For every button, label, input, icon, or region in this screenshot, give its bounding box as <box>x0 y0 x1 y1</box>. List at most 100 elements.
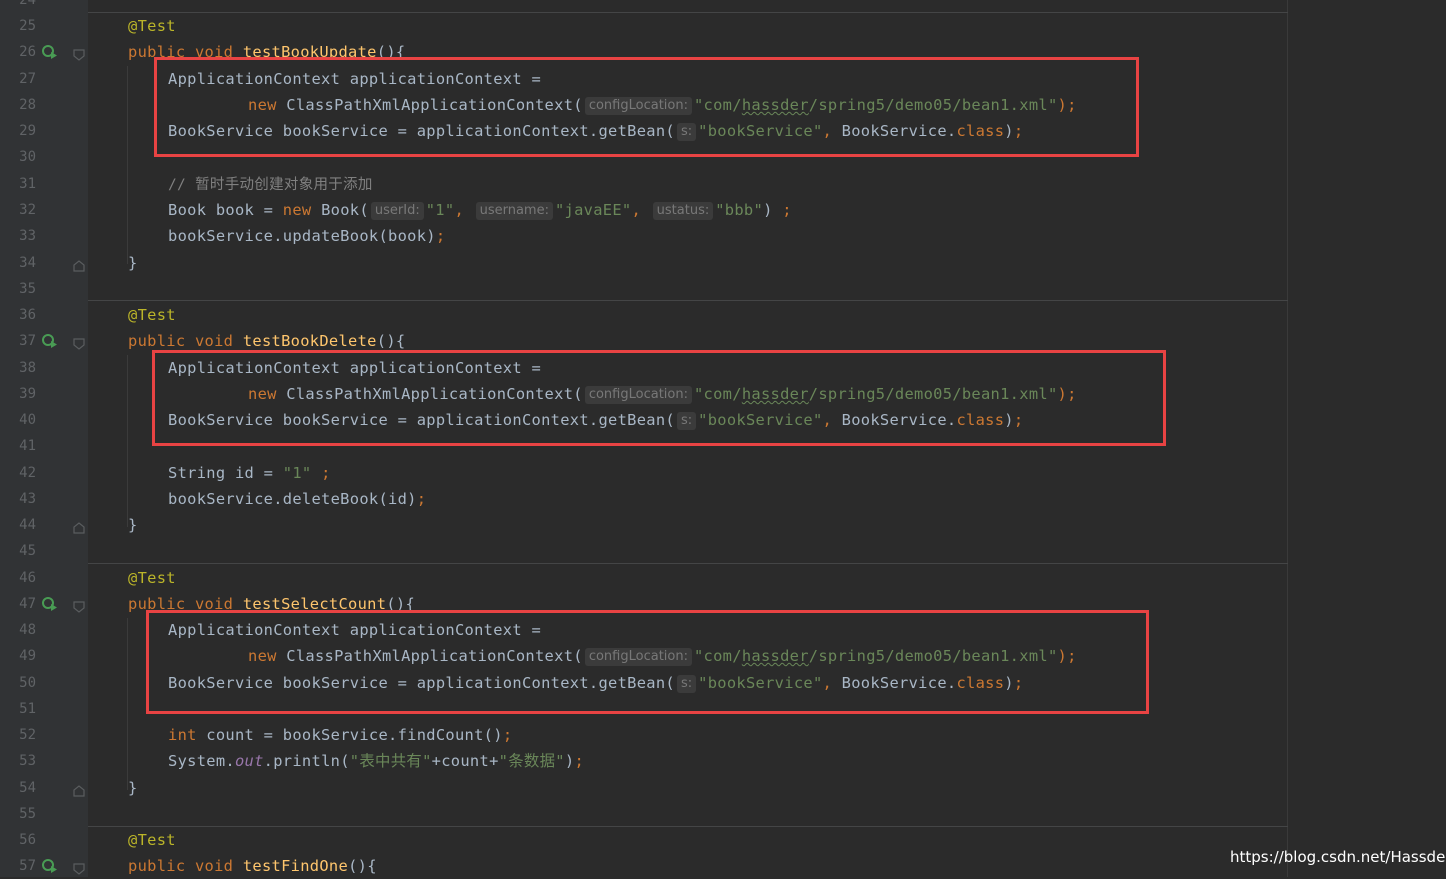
code-line: 33 bookService.updateBook(book); <box>0 223 1446 249</box>
keyword-int: int <box>168 726 197 744</box>
code-token: ; <box>782 201 792 219</box>
line-number: 37 <box>19 333 36 349</box>
code-line: 45 <box>0 538 1446 564</box>
fold-marker-icon[interactable] <box>73 782 85 797</box>
line-number: 54 <box>19 780 36 796</box>
line-number: 43 <box>19 491 36 507</box>
line-number: 38 <box>19 360 36 376</box>
keyword-public: public <box>128 332 186 350</box>
code-line: 34 } <box>0 250 1446 276</box>
run-test-icon[interactable] <box>42 596 58 612</box>
code-token: ; <box>321 464 331 482</box>
string-literal: "1" <box>282 464 312 482</box>
line-number: 34 <box>19 255 36 271</box>
line-number: 44 <box>19 517 36 533</box>
string-id-declaration: String id = <box>168 464 283 482</box>
fold-marker-icon[interactable] <box>73 519 85 534</box>
code-comment: // 暂时手动创建对象用于添加 <box>168 177 373 193</box>
string-literal: "bbb" <box>715 201 764 219</box>
count-declaration: count = bookService.findCount() <box>196 726 503 744</box>
line-number: 53 <box>19 753 36 769</box>
fold-marker-icon[interactable] <box>73 257 85 272</box>
code-token: } <box>128 779 138 797</box>
annotation-test: @Test <box>128 569 176 587</box>
line-number: 33 <box>19 228 36 244</box>
param-hint-ustatus: ustatus: <box>652 202 714 220</box>
annotation-test: @Test <box>128 17 176 35</box>
param-hint-username: username: <box>475 202 553 220</box>
param-hint-user-id: userId: <box>370 202 424 220</box>
code-line: 52 int count = bookService.findCount(); <box>0 722 1446 748</box>
code-token: ) <box>564 752 575 770</box>
code-token: (){ <box>348 857 377 875</box>
line-number: 56 <box>19 832 36 848</box>
fold-marker-icon[interactable] <box>73 860 85 875</box>
line-number: 27 <box>19 71 36 87</box>
code-line: 53 System.out.println("表中共有"+count+"条数据"… <box>0 748 1446 774</box>
string-literal: "表中共有" <box>349 752 432 770</box>
code-line: 43 bookService.deleteBook(id); <box>0 486 1446 512</box>
code-line: 42 String id = "1" ; <box>0 460 1446 486</box>
code-token: ) <box>763 201 783 219</box>
code-line: 35 <box>0 276 1446 302</box>
line-number: 55 <box>19 806 36 822</box>
line-number: 36 <box>19 307 36 323</box>
code-line: 24 <box>0 0 1446 13</box>
line-number: 24 <box>19 0 36 8</box>
method-name-test-find-one: testFindOne <box>242 857 349 875</box>
highlight-box <box>146 610 1149 714</box>
line-number: 30 <box>19 149 36 165</box>
code-line: 25 @Test <box>0 13 1446 39</box>
code-token: } <box>128 516 138 534</box>
update-book-call: bookService.updateBook(book) <box>168 227 436 245</box>
run-test-icon[interactable] <box>42 44 58 60</box>
code-token: , <box>631 201 642 219</box>
code-token: ; <box>574 752 585 770</box>
line-number: 41 <box>19 438 36 454</box>
highlight-box <box>152 350 1166 446</box>
code-line: 54 } <box>0 775 1446 801</box>
code-editor[interactable]: 24 25 @Test 26 public void testBookUpdat… <box>0 0 1446 877</box>
fold-marker-icon[interactable] <box>73 598 85 613</box>
code-line: 46 @Test <box>0 565 1446 591</box>
line-number: 45 <box>19 543 36 559</box>
line-number: 32 <box>19 202 36 218</box>
code-line: 31 // 暂时手动创建对象用于添加 <box>0 171 1446 197</box>
line-number: 26 <box>19 44 36 60</box>
line-number: 52 <box>19 727 36 743</box>
fold-marker-icon[interactable] <box>73 46 85 61</box>
code-line: 44 } <box>0 512 1446 538</box>
run-test-icon[interactable] <box>42 333 58 349</box>
line-number: 28 <box>19 97 36 113</box>
line-number: 35 <box>19 281 36 297</box>
line-number: 39 <box>19 386 36 402</box>
line-number: 47 <box>19 596 36 612</box>
keyword-void: void <box>194 332 234 350</box>
keyword-void: void <box>194 857 234 875</box>
code-line: 55 <box>0 801 1446 827</box>
book-constructor: Book( <box>311 201 369 219</box>
code-token: +count+ <box>431 752 499 770</box>
code-token: ; <box>416 490 427 508</box>
code-line: 32 Book book = new Book(userId: "1", user… <box>0 197 1446 223</box>
run-test-icon[interactable] <box>42 858 58 874</box>
line-number: 57 <box>19 858 36 874</box>
out-field: out <box>234 752 264 770</box>
line-number: 49 <box>19 648 36 664</box>
line-number: 40 <box>19 412 36 428</box>
delete-book-call: bookService.deleteBook(id) <box>168 490 417 508</box>
string-literal: "1" <box>425 201 455 219</box>
line-number: 50 <box>19 675 36 691</box>
code-token: ; <box>435 227 446 245</box>
line-number: 29 <box>19 123 36 139</box>
watermark: https://blog.csdn.net/Hassder <box>1230 848 1446 866</box>
code-token: } <box>128 254 138 272</box>
book-declaration: Book book = <box>168 201 283 219</box>
highlight-box <box>154 57 1139 157</box>
keyword-public: public <box>128 857 186 875</box>
println-call: .println( <box>263 752 350 770</box>
annotation-test: @Test <box>128 831 176 849</box>
annotation-test: @Test <box>128 306 176 324</box>
fold-marker-icon[interactable] <box>73 335 85 350</box>
line-number: 42 <box>19 465 36 481</box>
